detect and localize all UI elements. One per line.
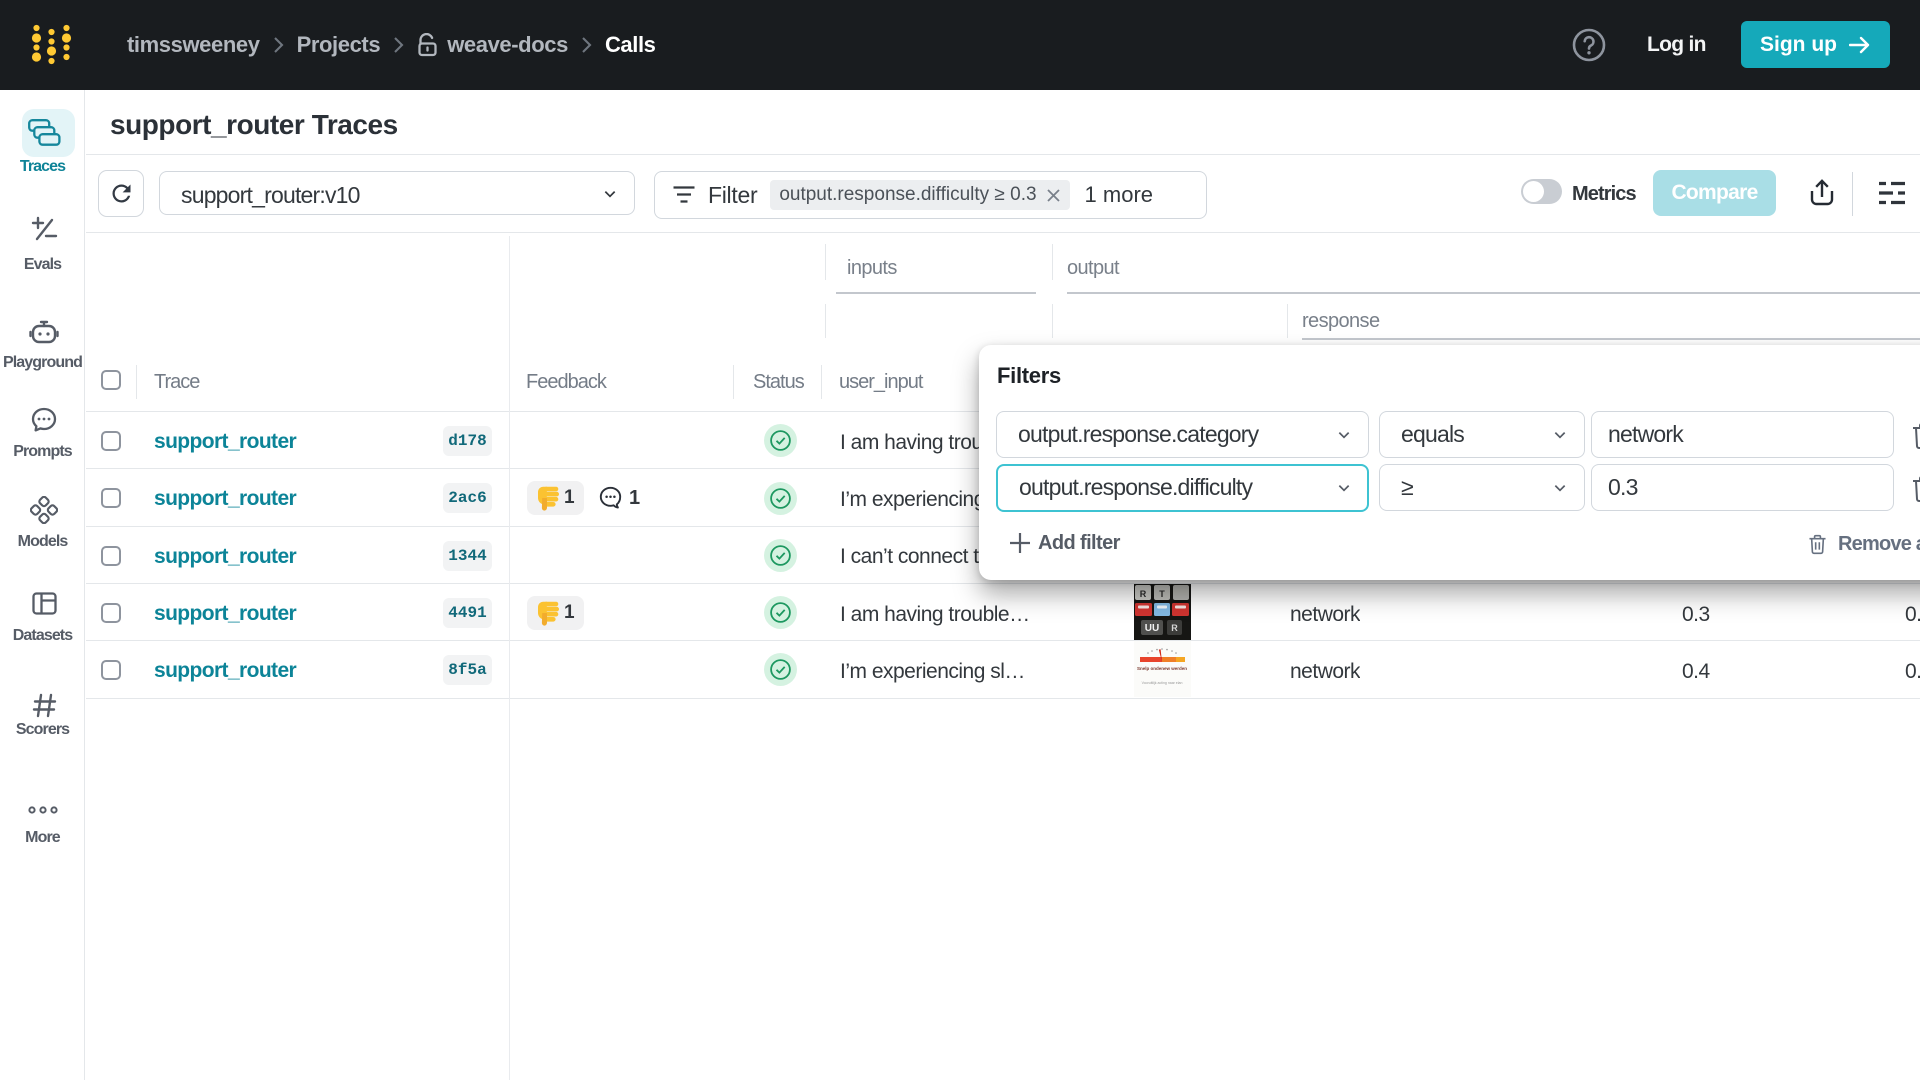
svg-text:UU: UU (1145, 623, 1159, 634)
svg-text:Vooruitlijk acting naar elan: Vooruitlijk acting naar elan (1142, 681, 1183, 685)
svg-text:R: R (1140, 589, 1147, 599)
svg-text:Snelp ondenew werden: Snelp ondenew werden (1137, 666, 1187, 671)
svg-text:T: T (1159, 589, 1165, 599)
svg-text:R: R (1171, 623, 1178, 633)
